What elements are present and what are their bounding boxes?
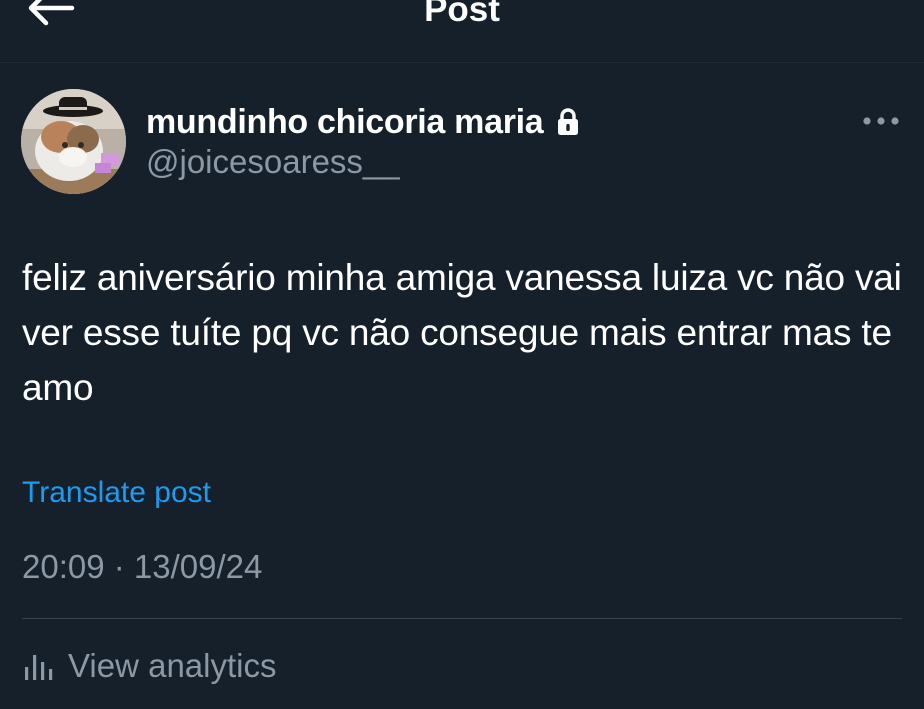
more-options-button[interactable] <box>858 106 904 136</box>
post-page: Post mundinho chicoria maria @joicesoare… <box>0 0 924 709</box>
user-handle[interactable]: @joicesoaress__ <box>146 143 400 181</box>
avatar[interactable] <box>21 89 126 194</box>
more-horizontal-icon <box>863 117 899 125</box>
cat-avatar-image <box>21 89 126 194</box>
view-analytics-label: View analytics <box>68 647 277 684</box>
page-title: Post <box>424 0 500 29</box>
display-name[interactable]: mundinho chicoria maria <box>146 103 544 142</box>
post-timestamp[interactable]: 20:09 · 13/09/24 <box>22 548 262 586</box>
top-bar: Post <box>0 0 924 63</box>
divider <box>22 618 902 619</box>
post-text: feliz aniversário minha amiga vanessa lu… <box>22 257 902 408</box>
view-analytics-button[interactable]: View analytics <box>22 642 277 690</box>
bar-chart-icon <box>25 655 53 680</box>
lock-icon <box>558 108 579 135</box>
translate-post-link[interactable]: Translate post <box>22 476 211 510</box>
display-name-row[interactable]: mundinho chicoria maria <box>146 100 581 144</box>
